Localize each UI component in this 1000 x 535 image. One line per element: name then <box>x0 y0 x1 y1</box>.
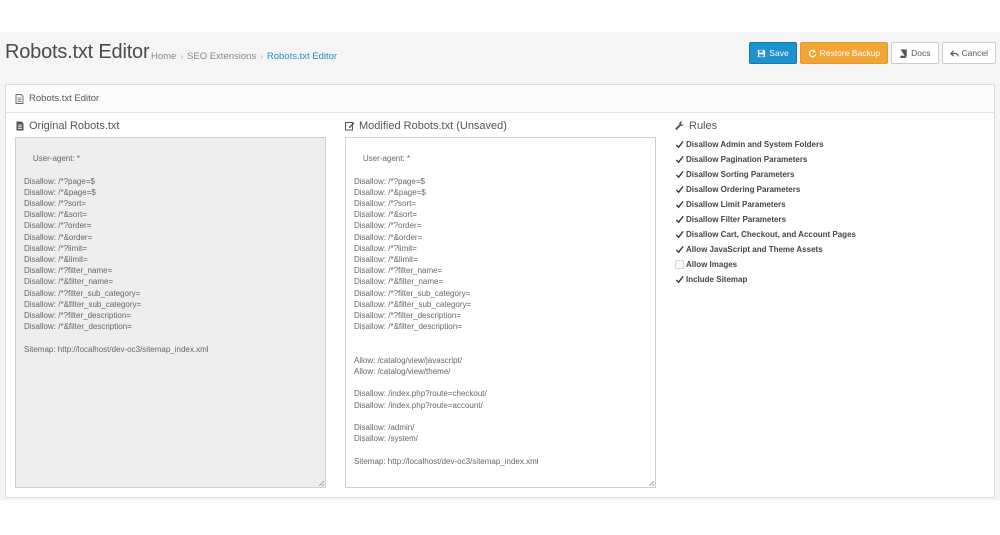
checkmark-icon[interactable] <box>675 275 684 284</box>
document-icon <box>16 121 24 131</box>
rule-item[interactable]: Disallow Limit Parameters <box>675 197 856 212</box>
wrench-icon <box>675 121 685 130</box>
rule-item[interactable]: Disallow Filter Parameters <box>675 212 856 227</box>
rules-column-title: Rules <box>675 120 717 132</box>
edit-icon <box>345 122 355 131</box>
checkmark-icon[interactable] <box>675 245 684 254</box>
floppy-disk-icon <box>758 49 766 57</box>
modified-title-label: Modified Robots.txt (Unsaved) <box>359 120 507 132</box>
document-icon <box>15 93 24 104</box>
restore-backup-button[interactable]: Restore Backup <box>799 42 889 64</box>
rule-item[interactable]: Disallow Admin and System Folders <box>675 137 856 152</box>
checkmark-icon[interactable] <box>675 155 684 164</box>
breadcrumb-separator-icon: › <box>180 52 184 61</box>
rules-list: Disallow Admin and System Folders Disallo… <box>675 137 856 287</box>
rule-item-label: Allow Images <box>686 260 738 269</box>
rule-item[interactable]: Disallow Cart, Checkout, and Account Pag… <box>675 227 856 242</box>
resize-grip-icon[interactable] <box>648 480 654 486</box>
unchecked-checkbox[interactable] <box>675 260 684 269</box>
checkmark-icon[interactable] <box>675 230 684 239</box>
rule-item[interactable]: Disallow Sorting Parameters <box>675 167 856 182</box>
rule-item-label: Allow JavaScript and Theme Assets <box>686 245 823 254</box>
checkmark-icon[interactable] <box>675 170 684 179</box>
original-title-label: Original Robots.txt <box>29 120 120 132</box>
breadcrumb: Home › SEO Extensions › Robots.txt Edito… <box>151 51 337 62</box>
save-button[interactable]: Save <box>749 42 797 64</box>
docs-button-label: Docs <box>911 48 931 58</box>
checkmark-icon[interactable] <box>675 185 684 194</box>
toolbar: Save Restore Backup Docs Cancel <box>749 42 996 64</box>
modified-robots-textarea[interactable]: User-agent: * Disallow: /*?page=$ Disall… <box>345 137 656 488</box>
save-button-label: Save <box>769 48 789 58</box>
rule-item-label: Disallow Limit Parameters <box>686 200 786 209</box>
checkmark-icon[interactable] <box>675 200 684 209</box>
breadcrumb-current[interactable]: Robots.txt Editor <box>267 51 337 62</box>
rules-title-label: Rules <box>689 120 718 132</box>
rule-item[interactable]: Allow Images <box>675 257 856 272</box>
checkmark-icon[interactable] <box>675 215 684 224</box>
rule-item-label: Disallow Cart, Checkout, and Account Pag… <box>686 230 856 239</box>
rule-item[interactable]: Include Sitemap <box>675 272 856 287</box>
page: Robots.txt Editor Home › SEO Extensions … <box>0 32 1000 500</box>
breadcrumb-home[interactable]: Home <box>151 51 176 62</box>
rule-item-label: Disallow Ordering Parameters <box>686 185 801 194</box>
panel-heading: Robots.txt Editor <box>6 85 994 113</box>
rule-item[interactable]: Disallow Pagination Parameters <box>675 152 856 167</box>
breadcrumb-separator-icon: › <box>260 52 263 61</box>
rule-item-label: Disallow Pagination Parameters <box>686 155 808 164</box>
resize-grip-icon[interactable] <box>318 480 324 486</box>
refresh-icon <box>808 49 816 57</box>
original-robots-content: User-agent: * Disallow: /*?page=$ Disall… <box>24 154 209 354</box>
page-title: Robots.txt Editor <box>5 41 150 63</box>
docs-button[interactable]: Docs <box>891 42 939 64</box>
rule-item-label: Disallow Sorting Parameters <box>686 170 795 179</box>
original-column-title: Original Robots.txt <box>15 120 119 132</box>
restore-backup-button-label: Restore Backup <box>819 48 881 58</box>
breadcrumb-seo-extensions[interactable]: SEO Extensions <box>187 51 256 62</box>
rule-item-label: Include Sitemap <box>686 275 748 284</box>
rule-item[interactable]: Disallow Ordering Parameters <box>675 182 856 197</box>
page-header: Robots.txt Editor Home › SEO Extensions … <box>0 32 1000 74</box>
cancel-button-label: Cancel <box>961 48 988 58</box>
rule-item-label: Disallow Filter Parameters <box>686 215 787 224</box>
panel-heading-title: Robots.txt Editor <box>29 93 100 104</box>
cancel-button[interactable]: Cancel <box>941 42 996 64</box>
modified-robots-content: User-agent: * Disallow: /*?page=$ Disall… <box>354 154 539 466</box>
rule-item-label: Disallow Admin and System Folders <box>686 140 824 149</box>
modified-column-title: Modified Robots.txt (Unsaved) <box>345 120 507 132</box>
original-robots-textarea[interactable]: User-agent: * Disallow: /*?page=$ Disall… <box>15 137 326 488</box>
book-icon <box>900 48 907 58</box>
checkmark-icon[interactable] <box>675 140 684 149</box>
rule-item[interactable]: Allow JavaScript and Theme Assets <box>675 242 856 257</box>
reply-arrow-icon <box>949 49 959 57</box>
